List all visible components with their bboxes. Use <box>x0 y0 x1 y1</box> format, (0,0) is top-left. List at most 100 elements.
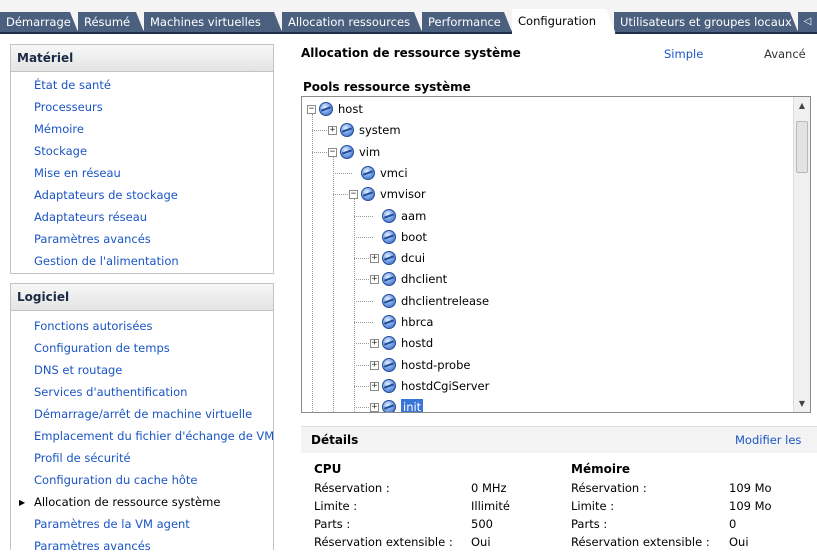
cpu-value: 500 <box>471 517 493 531</box>
scroll-up-icon[interactable]: ▲ <box>794 97 810 114</box>
collapse-icon[interactable]: − <box>349 190 358 200</box>
page-title: Allocation de ressource système <box>301 46 521 60</box>
tree-node[interactable]: boot <box>302 227 792 247</box>
nav-parametres-vm-agent[interactable]: Paramètres de la VM agent <box>34 517 190 531</box>
tab-bar: Démarrage Résumé Machines virtuelles All… <box>0 0 817 34</box>
tree-node[interactable]: dhclientrelease <box>302 291 792 311</box>
nav-profil-securite[interactable]: Profil de sécurité <box>34 451 131 465</box>
memory-key: Parts : <box>571 517 608 531</box>
resource-pool-icon <box>382 336 396 351</box>
tree-node-label[interactable]: hostdCgiServer <box>401 376 489 396</box>
resource-pool-tree[interactable]: − host + system − vim vmci − vmvisor aam boot + dcui… <box>301 96 811 413</box>
tree-node-label[interactable]: vim <box>359 142 380 162</box>
memory-key: Limite : <box>571 499 615 513</box>
tree-node[interactable]: − host <box>302 99 792 119</box>
pools-title: Pools ressource système <box>303 80 471 94</box>
nav-parametres-avances-materiel[interactable]: Paramètres avancés <box>34 232 151 246</box>
nav-configuration-temps[interactable]: Configuration de temps <box>34 341 170 355</box>
tab-performance[interactable]: Performance <box>422 12 512 32</box>
current-item-arrow-icon: ▶ <box>19 498 26 507</box>
memory-key: Réservation extensible : <box>571 535 710 549</box>
resource-pool-icon <box>382 293 396 308</box>
resource-pool-icon <box>319 102 333 116</box>
nav-parametres-avances-logiciel[interactable]: Paramètres avancés <box>34 539 151 553</box>
expand-icon[interactable]: + <box>370 254 379 264</box>
cpu-key: Parts : <box>314 517 351 531</box>
resource-pool-icon <box>382 229 396 244</box>
tree-node-label[interactable]: init <box>401 399 424 412</box>
nav-gestion-alimentation[interactable]: Gestion de l'alimentation <box>34 254 179 268</box>
tree-scrollbar[interactable]: ▲ ▼ <box>793 97 810 412</box>
scroll-thumb[interactable] <box>796 121 808 173</box>
tree-node[interactable]: − vmvisor <box>302 184 792 204</box>
memory-value: Oui <box>729 535 749 549</box>
collapse-icon[interactable]: − <box>307 105 316 114</box>
tab-utilisateurs-groupes[interactable]: Utilisateurs et groupes locaux <box>614 12 798 32</box>
expand-icon[interactable]: + <box>370 275 379 285</box>
tree-node[interactable]: vmci <box>302 163 792 183</box>
resource-pool-icon <box>340 144 354 159</box>
expand-icon[interactable]: + <box>370 403 379 412</box>
collapse-icon[interactable]: − <box>328 147 337 157</box>
memory-key: Réservation : <box>571 481 647 495</box>
nav-fonctions-autorisees[interactable]: Fonctions autorisées <box>34 319 152 333</box>
tree-node[interactable]: + dhclient <box>302 269 792 289</box>
scroll-down-icon[interactable]: ▼ <box>794 395 810 412</box>
nav-allocation-ressource-systeme[interactable]: Allocation de ressource système <box>34 495 220 509</box>
resource-pool-icon <box>382 400 396 412</box>
tab-scroll-left-icon[interactable]: ◁ <box>798 12 817 32</box>
tree-node[interactable]: + dcui <box>302 248 792 268</box>
nav-mise-en-reseau[interactable]: Mise en réseau <box>34 166 121 180</box>
nav-etat-sante[interactable]: État de santé <box>34 78 111 92</box>
tab-machines-virtuelles[interactable]: Machines virtuelles <box>144 12 282 32</box>
memory-title: Mémoire <box>571 462 630 476</box>
nav-dns-routage[interactable]: DNS et routage <box>34 363 122 377</box>
tree-node-label[interactable]: dhclientrelease <box>401 291 489 311</box>
tree-node-label[interactable]: system <box>359 120 401 140</box>
tab-allocation-ressources[interactable]: Allocation ressources <box>282 12 422 32</box>
nav-adaptateurs-reseau[interactable]: Adaptateurs réseau <box>34 210 147 224</box>
tree-node-label[interactable]: hbrca <box>401 312 433 332</box>
resource-pool-icon <box>382 251 396 266</box>
tree-node-label[interactable]: hostd-probe <box>401 355 470 375</box>
tree-node[interactable]: aam <box>302 206 792 226</box>
nav-services-authentification[interactable]: Services d'authentification <box>34 385 187 399</box>
advanced-view-link[interactable]: Avancé <box>764 47 806 61</box>
nav-emplacement-fichier-echange[interactable]: Emplacement du fichier d'échange de VM <box>34 429 274 443</box>
expand-icon[interactable]: + <box>370 360 379 370</box>
tree-node-label[interactable]: boot <box>401 227 427 247</box>
memory-value: 109 Mo <box>729 499 772 513</box>
nav-configuration-cache-hote[interactable]: Configuration du cache hôte <box>34 473 198 487</box>
tree-node[interactable]: + init <box>302 397 792 412</box>
simple-view-link[interactable]: Simple <box>664 47 703 61</box>
cpu-value: Oui <box>471 535 491 549</box>
tree-node-label[interactable]: vmvisor <box>380 184 426 204</box>
software-panel-title: Logiciel <box>11 284 273 311</box>
tree-node[interactable]: + hostd-probe <box>302 355 792 375</box>
tree-node-label[interactable]: dhclient <box>401 269 447 289</box>
nav-memoire[interactable]: Mémoire <box>34 122 84 136</box>
tree-node[interactable]: + hostdCgiServer <box>302 376 792 396</box>
tab-demarrage[interactable]: Démarrage <box>0 12 78 32</box>
cpu-key: Réservation : <box>314 481 390 495</box>
expand-icon[interactable]: + <box>328 126 337 136</box>
nav-adaptateurs-stockage[interactable]: Adaptateurs de stockage <box>34 188 178 202</box>
tree-node-label[interactable]: host <box>338 99 363 119</box>
expand-icon[interactable]: + <box>370 339 379 349</box>
tree-node-label[interactable]: dcui <box>401 248 425 268</box>
edit-link[interactable]: Modifier les <box>735 433 801 447</box>
nav-processeurs[interactable]: Processeurs <box>34 100 103 114</box>
cpu-title: CPU <box>314 462 342 476</box>
expand-icon[interactable]: + <box>370 381 379 391</box>
nav-stockage[interactable]: Stockage <box>34 144 87 158</box>
tree-node[interactable]: − vim <box>302 142 792 162</box>
tree-node[interactable]: + system <box>302 120 792 140</box>
tree-node-label[interactable]: vmci <box>380 163 408 183</box>
tree-node-label[interactable]: hostd <box>401 333 433 353</box>
tree-node[interactable]: + hostd <box>302 333 792 353</box>
tab-resume[interactable]: Résumé <box>78 12 144 32</box>
tree-node[interactable]: hbrca <box>302 312 792 332</box>
tab-configuration[interactable]: Configuration <box>512 9 616 34</box>
nav-demarrage-arret-vm[interactable]: Démarrage/arrêt de machine virtuelle <box>34 407 252 421</box>
tree-node-label[interactable]: aam <box>401 206 426 226</box>
